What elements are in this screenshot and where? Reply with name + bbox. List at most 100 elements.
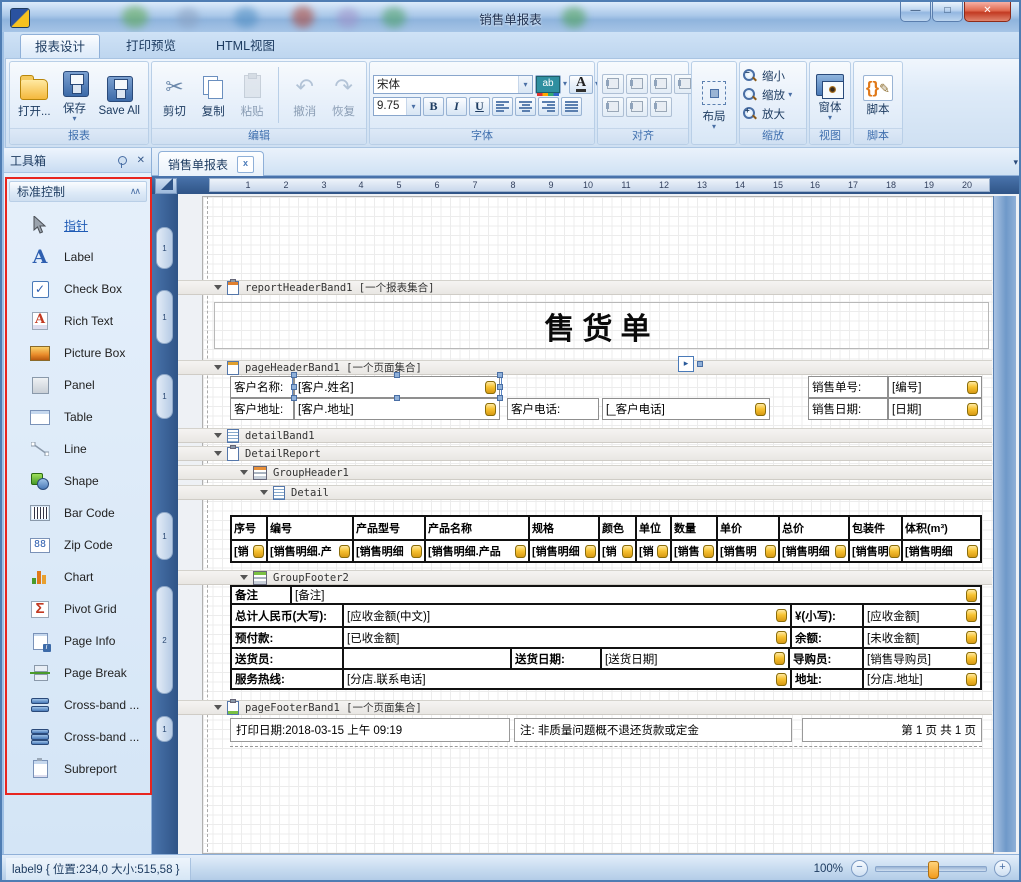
summary-table[interactable]: 备注 [备注] 总计人民币(大写): [应收金额(中文)] ¥(小写): [应收… — [230, 587, 982, 690]
copy-button[interactable]: 复制 — [197, 71, 229, 120]
detail-col-header[interactable]: 数量 — [672, 517, 716, 539]
minimize-button[interactable]: — — [900, 2, 931, 22]
align-text-right-button[interactable] — [538, 97, 559, 116]
toolbox-item-chart[interactable]: Chart — [10, 562, 146, 592]
title-bar[interactable]: 销售单报表 — □ ✕ — [2, 2, 1019, 32]
toolbox-header[interactable]: 工具箱 ✕ — [4, 148, 151, 173]
footer-note-label[interactable]: 注: 非质量问题概不退还货款或定金 — [514, 718, 792, 742]
open-button[interactable]: 打开... — [16, 71, 53, 120]
save-all-button[interactable]: Save All — [96, 73, 142, 118]
smart-tag-button[interactable]: ▸ — [678, 356, 694, 372]
band-header-detail-report[interactable]: DetailReport — [178, 446, 992, 461]
band-header-detail-band[interactable]: detailBand1 — [178, 428, 992, 443]
undo-button[interactable]: ↶ 撤消 — [289, 71, 321, 120]
underline-button[interactable]: U — [469, 97, 490, 116]
delivery-date-field[interactable]: [送货日期] — [602, 649, 788, 668]
guide-label[interactable]: 导购员: — [790, 649, 862, 668]
band-header-group-header[interactable]: GroupHeader1 — [178, 465, 992, 480]
toolbox-section-standard-controls[interactable]: 标准控制 ∧∧ — [9, 181, 147, 202]
maximize-button[interactable]: □ — [932, 2, 963, 22]
toolbox-item-crossband-line[interactable]: Cross-band ... — [10, 690, 146, 720]
collapse-triangle-icon[interactable] — [240, 470, 248, 475]
detail-data-cell[interactable]: [销售明细 — [354, 541, 424, 561]
justify-button[interactable] — [561, 97, 582, 116]
close-button[interactable]: ✕ — [964, 2, 1011, 22]
toolbox-item-line[interactable]: Line — [10, 434, 146, 464]
order-no-label[interactable]: 销售单号: — [808, 376, 888, 398]
font-color-button[interactable]: A — [569, 75, 593, 94]
detail-col-header[interactable]: 颜色 — [600, 517, 635, 539]
redo-button[interactable]: ↷ 恢复 — [328, 71, 360, 120]
toolbox-item-pageinfo[interactable]: Page Info — [10, 626, 146, 656]
selection-handle[interactable] — [291, 384, 297, 390]
chevron-down-icon[interactable]: ▾ — [1013, 157, 1018, 168]
total-num-field[interactable]: [应收金额] — [864, 605, 980, 626]
vertical-scrollbar[interactable] — [993, 196, 1016, 852]
customer-address-label[interactable]: 客户地址: — [230, 398, 294, 420]
selection-handle[interactable] — [394, 395, 400, 401]
align-text-left-button[interactable] — [492, 97, 513, 116]
collapse-triangle-icon[interactable] — [214, 451, 222, 456]
toolbox-item-picturebox[interactable]: Picture Box — [10, 338, 146, 368]
collapse-triangle-icon[interactable] — [214, 433, 222, 438]
deliverer-field[interactable] — [344, 649, 510, 668]
form-view-button[interactable]: 窗体 ▾ — [814, 68, 846, 122]
toolbox-item-pointer[interactable]: 指针 — [10, 210, 146, 240]
order-date-label[interactable]: 销售日期: — [808, 398, 888, 420]
detail-col-header[interactable]: 规格 — [530, 517, 598, 539]
detail-data-cell[interactable]: [销售明细.产 — [268, 541, 352, 561]
toolbox-item-pivotgrid[interactable]: Σ Pivot Grid — [10, 594, 146, 624]
font-name-combo[interactable]: 宋体 ▾ — [373, 75, 533, 94]
detail-data-cell[interactable]: [销售明细 — [780, 541, 848, 561]
guide-field[interactable]: [销售导购员] — [864, 649, 980, 668]
zoom-in-button[interactable]: + 放大 — [740, 105, 806, 124]
detail-table[interactable]: 序号 编号 产品型号 产品名称 规格 颜色 单位 数量 单价 总价 包装件 体积… — [230, 515, 982, 563]
total-cn-label[interactable]: 总计人民币(大写): — [232, 605, 342, 626]
toolbox-item-table[interactable]: Table — [10, 402, 146, 432]
toolbox-item-checkbox[interactable]: ✓ Check Box — [10, 274, 146, 304]
hotline-field[interactable]: [分店.联系电话] — [344, 670, 790, 688]
toolbox-item-subreport[interactable]: Subreport — [10, 754, 146, 784]
report-title-label[interactable]: 售货单 — [214, 302, 989, 349]
total-num-label[interactable]: ¥(小写): — [792, 605, 862, 626]
align-tops-button[interactable] — [602, 97, 624, 117]
print-date-label[interactable]: 打印日期:2018-03-15 上午 09:19 — [230, 718, 510, 742]
order-date-field[interactable]: [日期] — [888, 398, 982, 420]
zoom-slider-thumb[interactable] — [928, 861, 939, 879]
collapse-triangle-icon[interactable] — [214, 285, 222, 290]
close-icon[interactable]: ✕ — [137, 155, 145, 166]
total-cn-field[interactable]: [应收金额(中文)] — [344, 605, 790, 626]
chevron-down-icon[interactable]: ▾ — [406, 98, 420, 115]
order-no-field[interactable]: [编号] — [888, 376, 982, 398]
selection-handle[interactable] — [697, 361, 703, 367]
save-button[interactable]: 保存 ▾ — [59, 68, 91, 123]
align-lefts-button[interactable] — [626, 74, 648, 94]
balance-label[interactable]: 余额: — [792, 628, 862, 647]
customer-name-label[interactable]: 客户名称: — [230, 376, 294, 398]
toolbox-item-panel[interactable]: Panel — [10, 370, 146, 400]
document-tab[interactable]: 销售单报表 x — [158, 151, 264, 177]
customer-ph one-field[interactable]: [_客户电话] — [602, 398, 770, 420]
font-size-combo[interactable]: 9.75 ▾ — [373, 97, 421, 116]
tab-report-design[interactable]: 报表设计 — [20, 34, 100, 59]
detail-col-header[interactable]: 产品型号 — [354, 517, 424, 539]
deliverer-label[interactable]: 送货员: — [232, 649, 342, 668]
detail-col-header[interactable]: 单位 — [637, 517, 670, 539]
address-field[interactable]: [分店.地址] — [864, 670, 980, 688]
zoom-slider[interactable] — [875, 866, 987, 872]
collapse-triangle-icon[interactable] — [240, 575, 248, 580]
align-middles-button[interactable] — [626, 97, 648, 117]
balance-field[interactable]: [未收金额] — [864, 628, 980, 647]
detail-col-header[interactable]: 编号 — [268, 517, 352, 539]
toolbox-item-shape[interactable]: Shape — [10, 466, 146, 496]
toolbox-item-barcode[interactable]: Bar Code — [10, 498, 146, 528]
selection-handle[interactable] — [291, 372, 297, 378]
layout-button[interactable]: 布局 ▾ — [700, 76, 728, 131]
detail-col-header[interactable]: 总价 — [780, 517, 848, 539]
page-number-label[interactable]: 第 1 页 共 1 页 — [802, 718, 982, 742]
close-icon[interactable]: x — [237, 156, 254, 173]
prepaid-label[interactable]: 预付款: — [232, 628, 342, 647]
selection-handle[interactable] — [497, 372, 503, 378]
zoom-out-button[interactable]: − 缩小 — [740, 67, 806, 86]
toolbox-item-zipcode[interactable]: 88 Zip Code — [10, 530, 146, 560]
